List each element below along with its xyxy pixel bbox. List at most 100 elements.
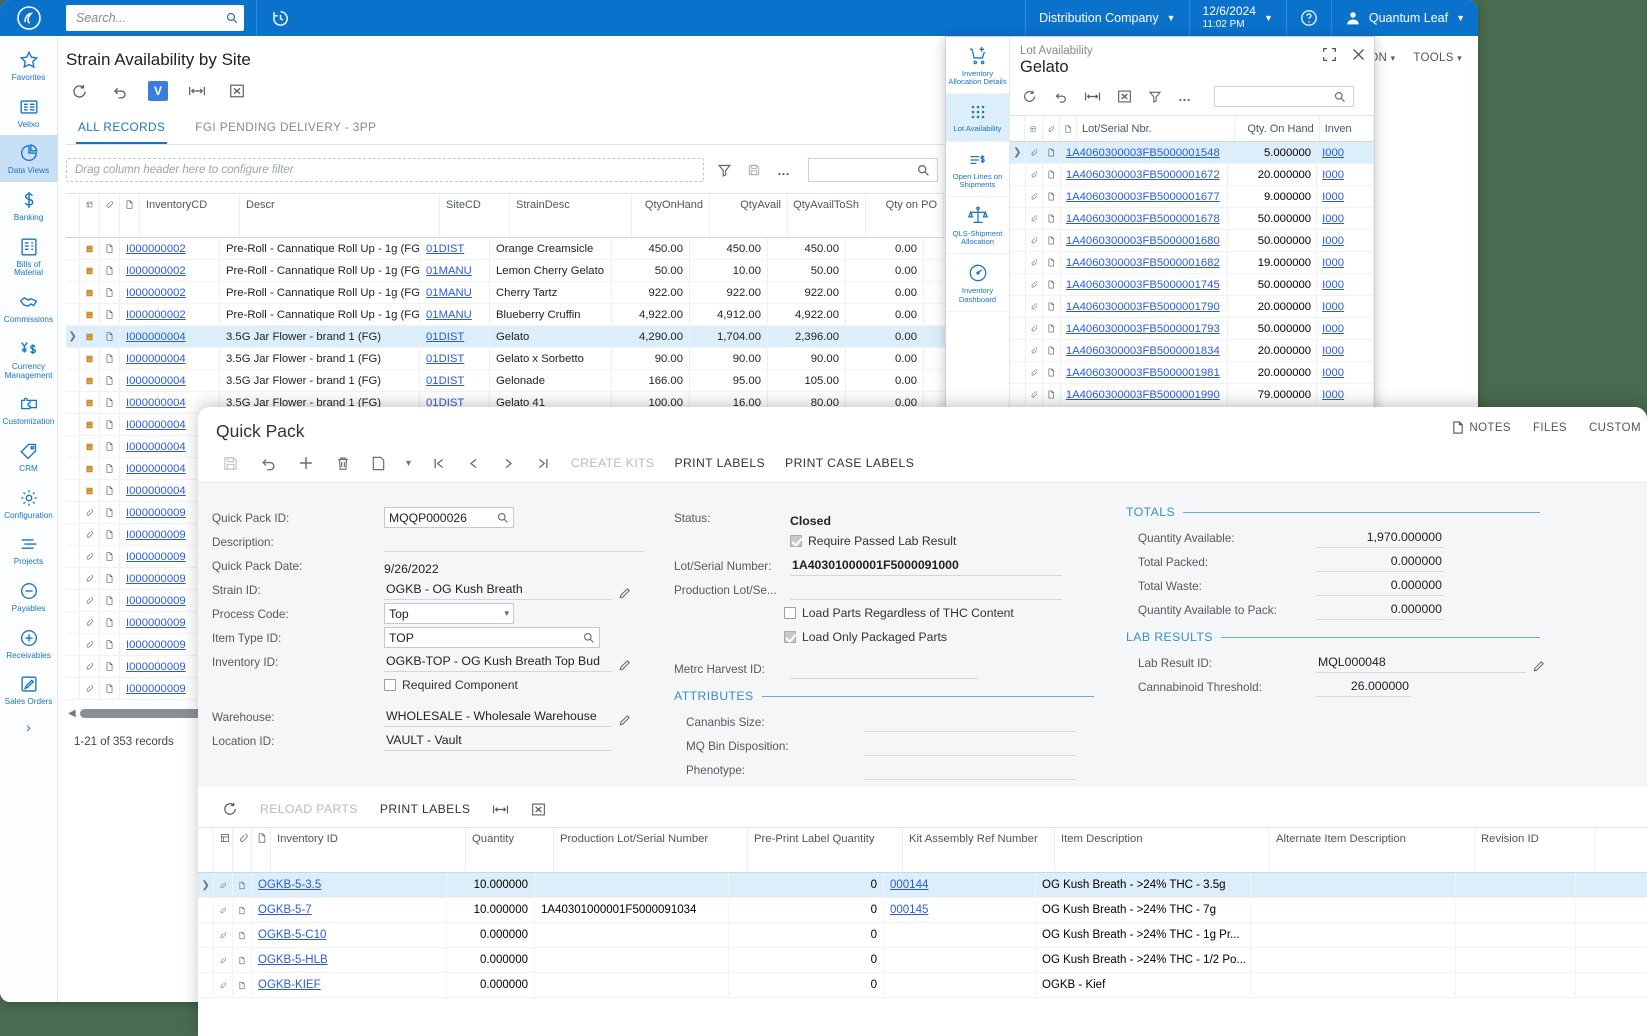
cell-inventorycd[interactable]: I000000004 (120, 348, 220, 369)
row-document-icon[interactable] (100, 304, 120, 325)
cell-inventory-id[interactable]: OGKB-5-7 (252, 898, 447, 922)
row-document-icon[interactable] (1043, 384, 1061, 405)
sidebar-item-configuration[interactable]: Configuration (0, 480, 58, 527)
cell-inventory[interactable]: I000 (1317, 164, 1374, 185)
scroll-left-icon[interactable]: ◀ (68, 708, 76, 719)
add-new-icon[interactable] (297, 454, 315, 472)
col-header-inventory-id[interactable]: Inventory ID (271, 828, 466, 872)
cell-inventorycd[interactable]: I000000004 (120, 370, 220, 391)
row-expand-icon[interactable] (66, 590, 80, 611)
undo-icon[interactable] (259, 454, 277, 472)
sidebar-item-projects[interactable]: Projects (0, 526, 58, 573)
cell-inventorycd[interactable]: I000000002 (120, 282, 220, 303)
refresh-icon[interactable] (68, 80, 90, 102)
filter-dropzone[interactable]: Drag column header here to configure fil… (66, 158, 704, 182)
row-expand-icon[interactable]: ❯ (66, 326, 80, 347)
maximize-icon[interactable] (1322, 47, 1337, 62)
row-expand-icon[interactable] (66, 436, 80, 457)
row-document-icon[interactable] (100, 634, 120, 655)
table-row[interactable]: I000000002 Pre-Roll - Cannatique Roll Up … (66, 282, 948, 304)
cananbis-size-input[interactable] (864, 712, 1076, 732)
table-row[interactable]: I0000000043.5G Jar Flower - brand 1 (FG)… (66, 370, 948, 392)
sidebar-item-sales-orders[interactable]: Sales Orders (0, 666, 58, 713)
row-expand-icon[interactable] (1010, 362, 1026, 383)
fit-columns-icon[interactable] (186, 80, 208, 102)
row-paperclip-icon[interactable] (1026, 362, 1044, 383)
cell-sitecd[interactable]: 01MANU (420, 260, 490, 281)
sidebar-item-currency-management[interactable]: Currency Management (0, 331, 58, 386)
sidebar-item-customization[interactable]: Customization (0, 386, 58, 433)
lot-table-row[interactable]: 1A4060300003FB5000001790 20.000000 I000 (1010, 296, 1374, 318)
cell-lot-serial[interactable]: 1A4060300003FB5000001672 (1061, 164, 1229, 185)
dropdown-caret-icon[interactable]: ▾ (406, 458, 411, 469)
cell-inventory[interactable]: I000 (1317, 384, 1374, 405)
row-expand-icon[interactable] (66, 546, 80, 567)
row-expand-icon[interactable]: ❯ (198, 873, 214, 897)
row-paperclip-icon[interactable] (214, 873, 233, 897)
cell-inventory-id[interactable]: OGKB-5-3.5 (252, 873, 447, 897)
save-icon[interactable] (222, 455, 239, 472)
prev-record-icon[interactable] (466, 456, 481, 471)
row-expand-icon[interactable] (198, 973, 214, 997)
require-passed-lab-result-checkbox[interactable]: Require Passed Lab Result (790, 529, 956, 552)
search-icon[interactable] (1334, 91, 1346, 103)
edit-pencil-icon[interactable] (618, 659, 631, 672)
row-document-icon[interactable] (1043, 362, 1061, 383)
parts-table-row[interactable]: OGKB-5-7 10.000000 1A40301000001F500009103… (198, 898, 1647, 923)
row-document-icon[interactable] (100, 392, 120, 413)
row-document-icon[interactable] (1043, 230, 1061, 251)
row-paperclip-icon[interactable] (1026, 252, 1044, 273)
reload-parts-button[interactable]: RELOAD PARTS (260, 802, 358, 816)
lot-nav-qls-shipment-allocation[interactable]: QLS-Shipment Allocation (946, 197, 1009, 255)
row-expand-icon[interactable] (1010, 296, 1026, 317)
row-paperclip-icon[interactable] (1026, 274, 1044, 295)
inventory-id-input[interactable]: OGKB-TOP - OG Kush Breath Top Bud (384, 652, 612, 672)
sidebar-item-commissions[interactable]: Commissions (0, 284, 58, 331)
table-row[interactable]: I000000002 Pre-Roll - Cannatique Roll Up … (66, 238, 948, 260)
row-expand-icon[interactable] (198, 923, 214, 947)
acumatica-logo[interactable] (0, 0, 58, 36)
lookup-icon[interactable] (497, 512, 509, 524)
row-expand-icon[interactable] (66, 480, 80, 501)
sidebar-item-bills-of-material[interactable]: Bills of Material (0, 229, 58, 284)
row-document-icon[interactable] (1043, 142, 1061, 163)
row-expand-icon[interactable] (1010, 274, 1026, 295)
parts-table-row[interactable]: ❯ OGKB-5-3.5 10.000000 0 000144 OG Kush Breat… (198, 873, 1647, 898)
table-row[interactable]: ❯ I000000004 3.5G Jar Flower - brand 1 (FG… (66, 326, 948, 348)
row-expand-icon[interactable] (1010, 208, 1026, 229)
more-options-icon[interactable]: … (1178, 89, 1192, 104)
col-header-qtyavailtosh[interactable]: QtyAvailToSh (788, 194, 866, 237)
cell-inventory[interactable]: I000 (1317, 340, 1374, 361)
cell-kit-assembly-ref[interactable] (884, 923, 1036, 947)
row-expand-icon[interactable] (66, 458, 80, 479)
cell-lot-serial[interactable]: 1A4060300003FB5000001680 (1061, 230, 1229, 251)
export-excel-icon[interactable] (531, 802, 546, 817)
col-header-item-description[interactable]: Item Description (1055, 828, 1270, 872)
print-case-labels-button[interactable]: PRINT CASE LABELS (785, 456, 914, 470)
row-expand-icon[interactable] (66, 524, 80, 545)
row-expand-icon[interactable] (66, 414, 80, 435)
row-document-icon[interactable] (100, 414, 120, 435)
lot-nav-lot-availability[interactable]: Lot Availability (946, 94, 1009, 142)
row-expand-icon[interactable] (66, 348, 80, 369)
row-paperclip-icon[interactable] (1026, 384, 1044, 405)
edit-pencil-icon[interactable] (618, 714, 631, 727)
row-expand-icon[interactable] (66, 238, 80, 259)
last-record-icon[interactable] (536, 456, 551, 471)
row-expand-icon[interactable] (1010, 340, 1026, 361)
row-document-icon[interactable] (1043, 186, 1061, 207)
row-paperclip-icon[interactable] (1026, 340, 1044, 361)
row-document-icon[interactable] (233, 898, 252, 922)
lab-result-id-input[interactable]: MQL000048 (1316, 653, 1526, 673)
production-lot-serial-input[interactable] (790, 580, 1062, 600)
edit-pencil-icon[interactable] (618, 587, 631, 600)
more-options-icon[interactable]: … (774, 163, 794, 178)
row-document-icon[interactable] (1043, 340, 1061, 361)
tab-custom[interactable]: CUSTOM (1589, 421, 1641, 434)
cell-inventorycd[interactable]: I000000002 (120, 238, 220, 259)
row-document-icon[interactable] (1043, 318, 1061, 339)
lot-table-row[interactable]: 1A4060300003FB5000001680 50.000000 I000 (1010, 230, 1374, 252)
row-document-icon[interactable] (100, 612, 120, 633)
sidebar-item-favorites[interactable]: Favorites (0, 42, 58, 89)
row-document-icon[interactable] (100, 524, 120, 545)
